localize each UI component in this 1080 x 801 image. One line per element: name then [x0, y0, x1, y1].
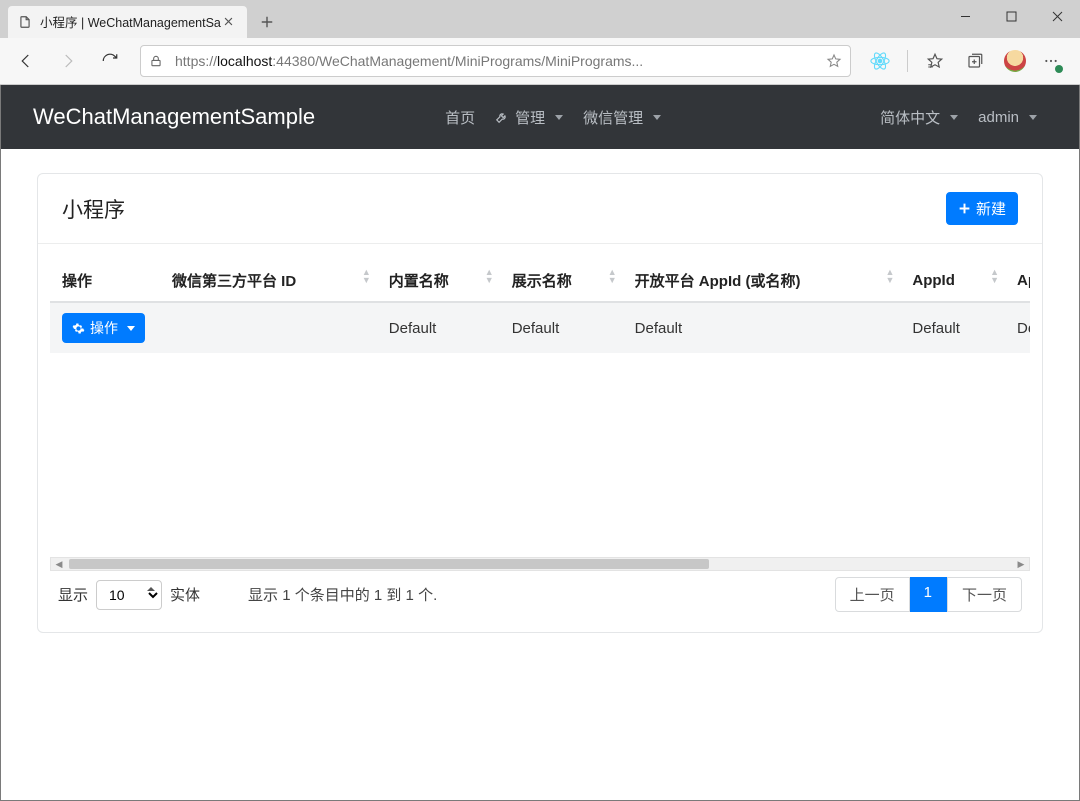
sort-icon: ▲▼	[990, 268, 999, 284]
cell-builtin-name: Default	[377, 302, 500, 353]
maximize-button[interactable]	[988, 0, 1034, 32]
url-path: :44380/WeChatManagement/MiniPrograms/Min…	[272, 53, 643, 69]
data-table: 操作 微信第三方平台 ID▲▼ 内置名称▲▼ 展示名称▲▼ 开放平台 AppId…	[50, 260, 1030, 353]
tab-title: 小程序 | WeChatManagementSa	[40, 12, 221, 31]
collections-icon[interactable]	[958, 44, 992, 78]
table-row: 操作 Default Default Default Default Defau…	[50, 302, 1030, 353]
page-1-button[interactable]: 1	[910, 577, 947, 612]
caret-down-icon	[950, 115, 958, 120]
caret-down-icon	[1029, 115, 1037, 120]
close-tab-icon[interactable]	[221, 14, 237, 30]
nav-wechat-manage[interactable]: 微信管理	[583, 107, 661, 128]
more-menu-icon[interactable]	[1038, 44, 1072, 78]
page-size-select[interactable]: 10	[96, 580, 162, 610]
divider	[907, 50, 908, 72]
viewport: WeChatManagementSample 首页 管理 微信管理 简体中文 a…	[0, 85, 1080, 801]
card-body: 操作 微信第三方平台 ID▲▼ 内置名称▲▼ 展示名称▲▼ 开放平台 AppId…	[38, 244, 1042, 632]
cell-appid: Default	[900, 302, 1005, 353]
wrench-icon	[495, 110, 509, 124]
new-tab-button[interactable]	[251, 6, 283, 38]
favorite-icon[interactable]	[826, 53, 842, 69]
sort-icon: ▲▼	[485, 268, 494, 284]
nav-wechat-label: 微信管理	[583, 107, 643, 128]
col-third-party-platform-id[interactable]: 微信第三方平台 ID▲▼	[160, 260, 377, 302]
table-scroll[interactable]: 操作 微信第三方平台 ID▲▼ 内置名称▲▼ 展示名称▲▼ 开放平台 AppId…	[50, 260, 1030, 557]
caret-down-icon	[555, 115, 563, 120]
new-button-label: 新建	[976, 198, 1006, 219]
col-builtin-name[interactable]: 内置名称▲▼	[377, 260, 500, 302]
col-open-platform-appid[interactable]: 开放平台 AppId (或名称)▲▼	[623, 260, 901, 302]
refresh-button[interactable]	[92, 43, 128, 79]
cell-display-name: Default	[500, 302, 623, 353]
page-title: 小程序	[62, 194, 125, 224]
url-text: https://localhost:44380/WeChatManagement…	[175, 53, 818, 69]
scroll-left-icon[interactable]: ◀	[51, 558, 67, 570]
show-label: 显示	[58, 584, 88, 605]
nav-manage-label: 管理	[515, 107, 545, 128]
address-bar[interactable]: https://localhost:44380/WeChatManagement…	[140, 45, 851, 77]
minimize-button[interactable]	[942, 0, 988, 32]
col-appsecret[interactable]: AppSecret▲▼	[1005, 260, 1030, 302]
page-icon	[18, 15, 32, 29]
sort-icon: ▲▼	[608, 268, 617, 284]
new-button[interactable]: 新建	[946, 192, 1018, 225]
tab-strip: 小程序 | WeChatManagementSa	[0, 0, 1080, 38]
nav-home[interactable]: 首页	[445, 107, 475, 128]
pagination: 上一页 1 下一页	[835, 577, 1022, 612]
sort-icon: ▲▼	[885, 268, 894, 284]
brand[interactable]: WeChatManagementSample	[33, 104, 315, 130]
app-navbar: WeChatManagementSample 首页 管理 微信管理 简体中文 a…	[1, 85, 1079, 149]
nav-user[interactable]: admin	[978, 109, 1037, 126]
forward-button[interactable]	[50, 43, 86, 79]
back-button[interactable]	[8, 43, 44, 79]
horizontal-scrollbar[interactable]: ◀ ▶	[50, 557, 1030, 571]
sort-icon: ▲▼	[362, 268, 371, 284]
table-info: 显示 1 个条目中的 1 到 1 个.	[248, 584, 437, 605]
scrollbar-thumb[interactable]	[69, 559, 709, 569]
favorites-list-icon[interactable]	[918, 44, 952, 78]
window-controls	[942, 0, 1080, 32]
profile-avatar[interactable]	[998, 44, 1032, 78]
browser-tab[interactable]: 小程序 | WeChatManagementSa	[8, 6, 247, 38]
page-size-wrapper: 10	[96, 580, 162, 610]
table-header-row: 操作 微信第三方平台 ID▲▼ 内置名称▲▼ 展示名称▲▼ 开放平台 AppId…	[50, 260, 1030, 302]
nav-user-label: admin	[978, 109, 1019, 126]
page-body: 小程序 新建 操作 微信第三方平台 ID▲▼ 内置名称▲▼ 展示名称	[1, 149, 1079, 800]
nav-language-label: 简体中文	[880, 107, 940, 128]
row-action-button[interactable]: 操作	[62, 313, 145, 343]
card: 小程序 新建 操作 微信第三方平台 ID▲▼ 内置名称▲▼ 展示名称	[37, 173, 1043, 633]
prev-page-button[interactable]: 上一页	[835, 577, 910, 612]
cell-open-platform-appid: Default	[623, 302, 901, 353]
row-action-label: 操作	[90, 318, 118, 338]
scroll-right-icon[interactable]: ▶	[1013, 558, 1029, 570]
nav-manage[interactable]: 管理	[495, 107, 563, 128]
lock-icon	[149, 54, 167, 68]
cell-third-party-platform-id	[160, 302, 377, 353]
entities-label: 实体	[170, 584, 200, 605]
nav-language[interactable]: 简体中文	[880, 107, 958, 128]
url-host: localhost	[217, 53, 272, 69]
notification-dot	[1055, 65, 1063, 73]
col-actions[interactable]: 操作	[50, 260, 160, 302]
react-devtools-icon[interactable]	[863, 44, 897, 78]
close-window-button[interactable]	[1034, 0, 1080, 32]
gear-icon	[72, 322, 85, 335]
plus-icon	[958, 202, 971, 215]
col-display-name[interactable]: 展示名称▲▼	[500, 260, 623, 302]
cell-appsecret: Default	[1005, 302, 1030, 353]
browser-toolbar: https://localhost:44380/WeChatManagement…	[0, 38, 1080, 84]
caret-down-icon	[653, 115, 661, 120]
card-header: 小程序 新建	[38, 174, 1042, 244]
url-scheme: https://	[175, 53, 217, 69]
col-appid[interactable]: AppId▲▼	[900, 260, 1005, 302]
browser-chrome: 小程序 | WeChatManagementSa	[0, 0, 1080, 85]
next-page-button[interactable]: 下一页	[947, 577, 1022, 612]
card-footer: 显示 10 实体 显示 1 个条目中的 1 到 1 个. 上一页 1 下一页	[50, 571, 1030, 624]
caret-down-icon	[127, 326, 135, 331]
